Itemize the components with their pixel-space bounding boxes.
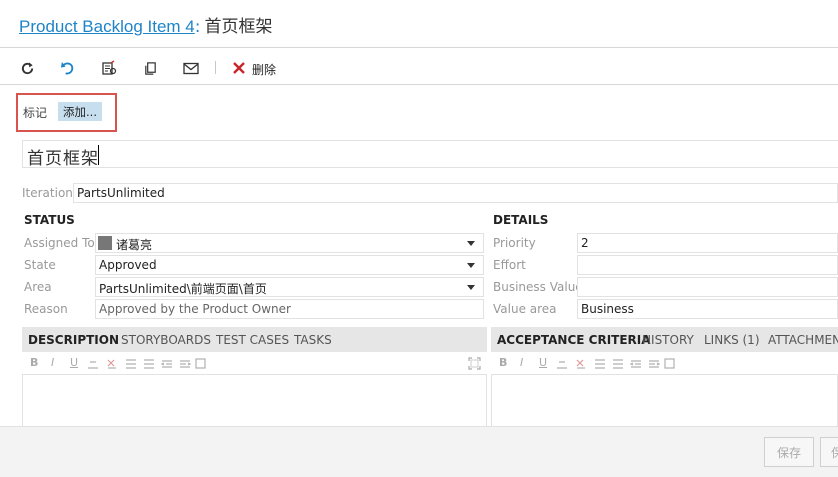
state-label: State	[24, 258, 56, 272]
work-item-link[interactable]: Product Backlog Item 4	[19, 17, 195, 36]
assigned-to-value: 诸葛亮	[116, 238, 153, 252]
description-editor[interactable]	[22, 374, 487, 426]
bold-icon[interactable]: B	[499, 356, 507, 369]
tab-history[interactable]: HISTORY	[642, 333, 694, 347]
tab-description[interactable]: DESCRIPTION	[28, 333, 119, 347]
tags-label: 标记	[23, 106, 48, 120]
priority-field[interactable]: 2	[577, 233, 838, 253]
value-area-dropdown[interactable]: Business	[577, 299, 838, 319]
tab-attachments[interactable]: ATTACHMENTS	[768, 333, 838, 347]
chevron-down-icon	[467, 241, 475, 246]
save-and-close-button[interactable]: 保	[820, 437, 838, 467]
assigned-to-dropdown[interactable]: 诸葛亮	[95, 233, 484, 253]
reason-field[interactable]: Approved by the Product Owner	[95, 299, 484, 319]
area-label: Area	[24, 280, 52, 294]
italic-icon[interactable]: I	[520, 356, 523, 369]
underline-icon[interactable]: U	[70, 356, 78, 369]
chevron-down-icon	[467, 285, 475, 290]
title-input[interactable]: 首页框架	[22, 140, 838, 169]
tab-storyboards[interactable]: STORYBOARDS	[121, 333, 211, 347]
italic-icon[interactable]: I	[51, 356, 54, 369]
effort-field[interactable]	[577, 255, 838, 275]
chevron-down-icon	[467, 263, 475, 268]
priority-label: Priority	[493, 236, 536, 250]
reason-label: Reason	[24, 302, 68, 316]
save-button[interactable]: 保存	[764, 437, 814, 467]
format-icons[interactable]	[86, 358, 206, 370]
refresh-icon[interactable]	[18, 58, 36, 78]
copy-icon[interactable]	[141, 58, 159, 78]
business-value-field[interactable]	[577, 277, 838, 297]
value-area-label: Value area	[493, 302, 557, 316]
right-tab-bar: ACCEPTANCE CRITERIA HISTORY LINKS (1) AT…	[491, 327, 838, 352]
iteration-label: Iteration	[22, 186, 73, 200]
copy-template-icon[interactable]	[100, 58, 118, 78]
tab-test-cases[interactable]: TEST CASES	[216, 333, 289, 347]
delete-button-label[interactable]: 删除	[252, 61, 276, 78]
text-caret	[98, 145, 99, 165]
user-avatar-icon	[98, 236, 112, 250]
tab-links[interactable]: LINKS (1)	[704, 333, 760, 347]
details-heading: DETAILS	[493, 213, 549, 227]
email-icon[interactable]	[181, 58, 201, 78]
state-dropdown[interactable]: Approved	[95, 255, 484, 275]
work-item-title: Product Backlog Item 4: 首页框架	[19, 12, 273, 37]
tab-tasks[interactable]: TASKS	[294, 333, 332, 347]
left-tab-bar: DESCRIPTION STORYBOARDS TEST CASES TASKS	[22, 327, 487, 352]
footer-bar	[0, 426, 838, 477]
area-value: PartsUnlimited\前端页面\首页	[99, 282, 267, 296]
acceptance-criteria-editor[interactable]	[491, 374, 838, 426]
toolbar-separator	[215, 61, 216, 74]
description-format-toolbar: B I U	[24, 356, 484, 372]
effort-label: Effort	[493, 258, 526, 272]
state-value: Approved	[99, 258, 157, 272]
tab-acceptance-criteria[interactable]: ACCEPTANCE CRITERIA	[497, 333, 651, 347]
header-divider	[0, 47, 838, 48]
fullscreen-icon[interactable]	[468, 357, 481, 370]
acceptance-format-toolbar: B I U	[493, 356, 838, 372]
status-heading: STATUS	[24, 213, 75, 227]
add-tag-button[interactable]: 添加...	[58, 102, 102, 121]
assigned-to-label: Assigned To	[24, 236, 95, 250]
iteration-field[interactable]: PartsUnlimited	[73, 183, 838, 203]
underline-icon[interactable]: U	[539, 356, 547, 369]
undo-icon[interactable]	[58, 58, 76, 78]
bold-icon[interactable]: B	[30, 356, 38, 369]
area-dropdown[interactable]: PartsUnlimited\前端页面\首页	[95, 277, 484, 297]
format-icons[interactable]	[555, 358, 675, 370]
title-input-value: 首页框架	[27, 149, 99, 169]
work-item-name: 首页框架	[204, 17, 273, 37]
business-value-label: Business Value	[493, 280, 583, 294]
toolbar-divider	[0, 84, 838, 85]
delete-icon[interactable]	[231, 58, 247, 78]
title-separator: :	[194, 17, 201, 37]
